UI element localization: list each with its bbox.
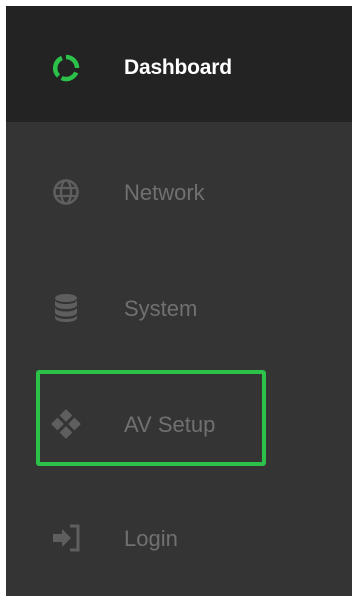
sidebar-nav: Dashboard Network System AV Setup Login <box>6 6 352 596</box>
sign-in-icon <box>50 522 82 554</box>
sidebar-item-dashboard[interactable]: Dashboard <box>6 6 352 122</box>
sidebar-item-av-setup[interactable]: AV Setup <box>6 360 352 476</box>
sidebar-item-label: Network <box>124 180 205 205</box>
sidebar-item-label: AV Setup <box>124 412 216 437</box>
sidebar-item-label: System <box>124 296 198 321</box>
diamond-grid-icon <box>50 408 82 440</box>
sidebar-item-label: Login <box>124 526 178 551</box>
globe-icon <box>50 176 82 208</box>
sidebar-item-label: Dashboard <box>124 56 232 79</box>
sidebar-item-login[interactable]: Login <box>6 476 352 592</box>
database-icon <box>50 292 82 324</box>
dashboard-ring-icon <box>50 52 82 84</box>
sidebar-item-network[interactable]: Network <box>6 128 352 244</box>
sidebar-item-system[interactable]: System <box>6 244 352 360</box>
